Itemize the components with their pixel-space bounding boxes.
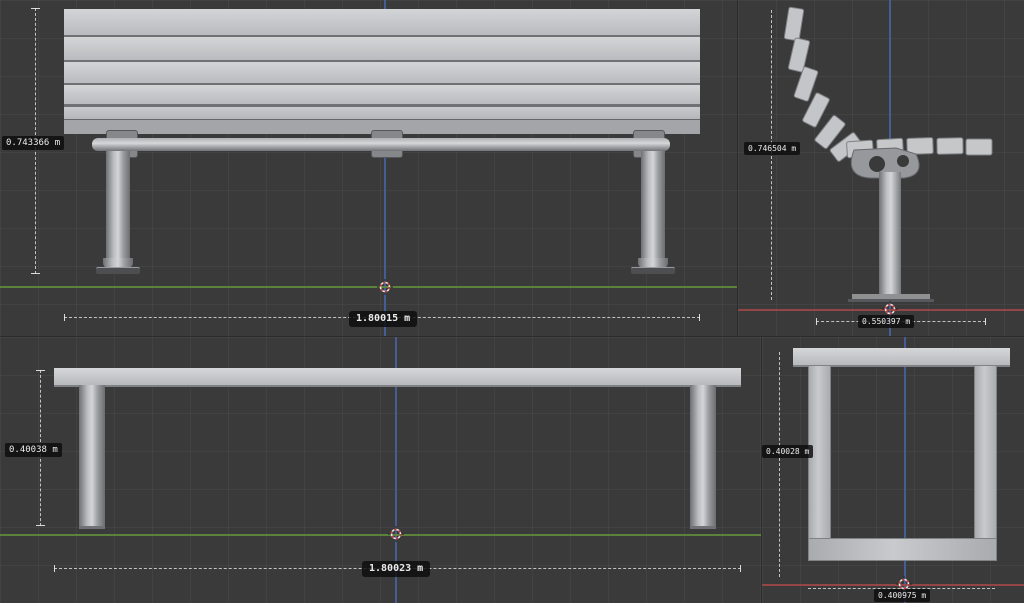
dimension-label-width: 1.80023 m <box>362 561 431 577</box>
3d-cursor-icon <box>882 301 898 317</box>
bench-slat <box>64 9 700 35</box>
viewport-front-table[interactable]: 0.40038 m 1.80023 m <box>0 337 762 603</box>
dimension-line-vertical <box>779 352 780 577</box>
x-axis-line <box>762 584 1024 586</box>
3d-cursor-icon <box>388 526 404 542</box>
table-frame-stretcher <box>808 538 997 561</box>
leg-base-plate <box>631 267 675 274</box>
dimension-label-width: 1.80015 m <box>349 311 418 327</box>
dimension-label-height: 0.743366 m <box>2 136 65 151</box>
bench-backrest <box>64 9 700 134</box>
dimension-tick <box>699 314 700 321</box>
dimension-label-height: 0.40028 m <box>762 445 814 459</box>
dimension-tick <box>54 565 55 572</box>
seat-rail-tube <box>92 138 670 151</box>
bench-leg <box>106 150 130 262</box>
bench-leg <box>641 150 665 262</box>
dimension-tick <box>740 565 741 572</box>
ground-axis-line <box>0 286 737 288</box>
table-top <box>54 368 741 387</box>
seat-edge <box>64 107 700 119</box>
leg-base-plate <box>96 267 140 274</box>
dimension-label-height: 0.746504 m <box>744 142 801 156</box>
dimension-tick <box>816 318 817 325</box>
dimension-tick <box>31 8 40 9</box>
table-leg <box>690 385 716 529</box>
dimension-tick <box>985 318 986 325</box>
bench-side-model <box>783 6 993 302</box>
dimension-tick <box>36 525 45 526</box>
table-leg <box>79 385 105 529</box>
viewport-side-bench[interactable]: 0.746504 m 0.550397 m <box>738 0 1024 337</box>
bench-slat <box>64 37 700 60</box>
viewport-side-table[interactable]: 0.40028 m 0.400975 m <box>762 337 1024 603</box>
dimension-tick <box>31 273 40 274</box>
dimension-tick <box>36 370 45 371</box>
3d-cursor-icon <box>896 576 912 592</box>
z-axis-line <box>904 337 906 603</box>
bench-slat <box>64 62 700 83</box>
viewport-front-bench[interactable]: 0.743366 m 1.80015 m <box>0 0 738 337</box>
ground-axis-line <box>0 534 761 536</box>
3d-cursor-icon <box>377 279 393 295</box>
dimension-tick <box>64 314 65 321</box>
table-frame-leg <box>974 365 997 561</box>
table-frame-leg <box>808 365 831 561</box>
bench-slat <box>64 85 700 104</box>
blender-quad-viewport: 0.743366 m 1.80015 m 0.746504 m 0.550397… <box>0 0 1024 603</box>
dimension-label-height: 0.40038 m <box>5 443 62 458</box>
